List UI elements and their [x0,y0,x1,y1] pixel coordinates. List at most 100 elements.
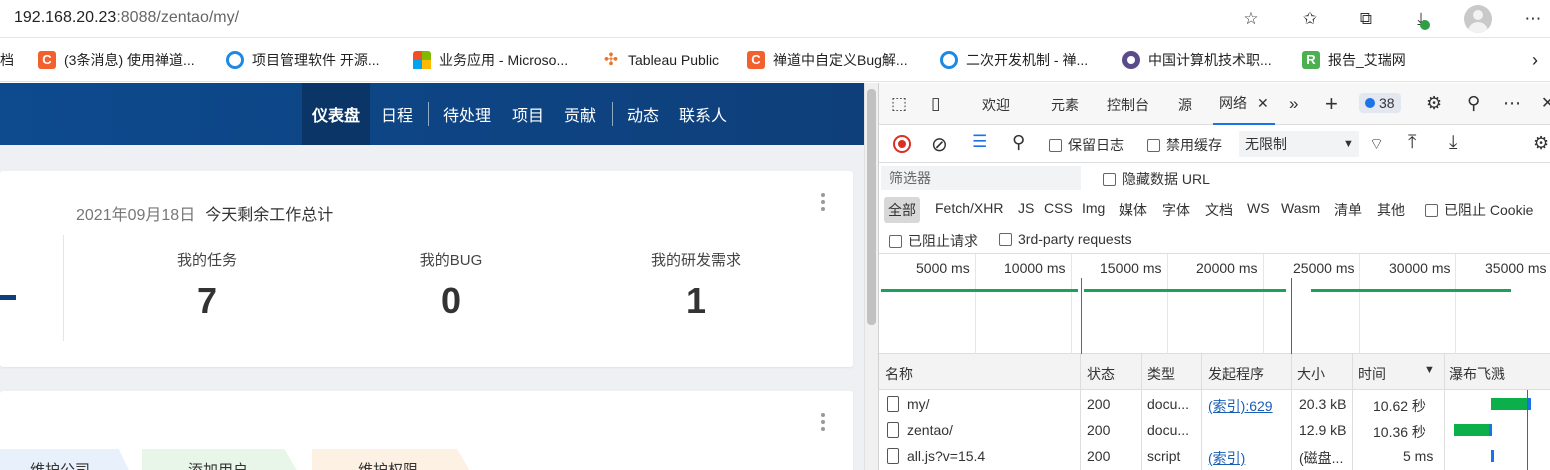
nav-dashboard[interactable]: 仪表盘 [302,83,371,145]
summary-date: 2021年09月18日 [76,207,196,224]
type-all[interactable]: 全部 [884,197,920,223]
filter-input[interactable]: 筛选器 [881,166,1081,190]
type-other[interactable]: 其他 [1377,200,1405,220]
bookmark-zentao-2[interactable]: 二次开发机制 - 禅... [940,50,1088,70]
close-tab-icon[interactable]: ✕ [1257,95,1269,112]
page-scrollbar[interactable] [864,83,878,470]
table-row[interactable]: my/ 200 docu... (索引):629 20.3 kB 10.62 秒 [879,390,1550,416]
sort-desc-icon[interactable]: ▼ [1424,364,1435,376]
blocked-requests-checkbox[interactable]: 已阻止请求 [889,231,978,251]
nav-todo[interactable]: 待处理 [433,83,501,145]
more-tabs-icon[interactable]: » [1289,94,1298,114]
load-event-line [1527,390,1528,470]
blocked-cookies-checkbox[interactable]: 已阻止 Cookie [1425,200,1533,220]
third-party-checkbox[interactable]: 3rd-party requests [999,231,1132,247]
record-icon[interactable] [893,135,911,153]
timeline-tick: 15000 ms [1100,260,1162,276]
bookmark-zentao-1[interactable]: 项目管理软件 开源... [226,50,380,70]
timeline-gridline [1167,254,1168,354]
network-conditions-icon[interactable]: ⌔ [1369,134,1384,154]
nav-dynamic[interactable]: 动态 [617,83,669,145]
nav-calendar[interactable]: 日程 [371,83,423,145]
type-wasm[interactable]: Wasm [1281,200,1320,216]
type-manifest[interactable]: 清单 [1334,200,1362,220]
tab-network[interactable]: 网络 ✕ [1213,83,1275,125]
type-js[interactable]: JS [1018,200,1034,216]
table-row[interactable]: zentao/ 200 docu... 12.9 kB 10.36 秒 [879,416,1550,442]
bookmark-docs[interactable]: 档 [0,50,14,70]
col-status[interactable]: 状态 [1087,364,1115,384]
timeline-tick: 35000 ms [1485,260,1547,276]
request-type: docu... [1147,422,1190,438]
hide-data-urls-checkbox[interactable]: 隐藏数据 URL [1103,169,1210,189]
bookmark-tableau[interactable]: ✣ Tableau Public [602,50,719,70]
bookmark-iresearch[interactable]: R 报告_艾瑞网 [1302,50,1406,70]
devtools-more-icon[interactable]: ⋯ [1503,93,1521,114]
col-size[interactable]: 大小 [1297,364,1325,384]
col-time[interactable]: 时间 [1358,364,1386,384]
close-devtools-icon[interactable]: ✕ [1541,93,1550,113]
bookmark-csdn-2[interactable]: C 禅道中自定义Bug解... [747,50,908,70]
more-icon[interactable]: ⋯ [1520,6,1546,32]
tab-console[interactable]: 控制台 [1107,95,1149,115]
clear-icon[interactable]: ⊘ [931,132,948,157]
tab-elements[interactable]: 元素 [1051,95,1079,115]
table-row[interactable]: all.js?v=15.4 200 script (索引) (磁盘... 5 m… [879,442,1550,468]
filter-row: 筛选器 隐藏数据 URL [879,163,1550,193]
tab-sources[interactable]: 源 [1178,95,1192,115]
collections-icon[interactable]: ⧉ [1353,6,1379,32]
bookmarks-more-chevron-icon[interactable]: › [1532,50,1538,70]
request-initiator-link[interactable]: (索引) [1208,448,1245,468]
downloads-icon[interactable]: ⤓ [1408,6,1434,32]
stat-stories[interactable]: 我的研发需求 1 [606,249,786,322]
col-name[interactable]: 名称 [885,364,913,384]
stat-bugs[interactable]: 我的BUG 0 [361,249,541,322]
scrollbar-thumb[interactable] [867,89,876,325]
filter-icon[interactable]: ☰ [972,132,987,152]
profile-avatar[interactable] [1464,5,1492,33]
bookmark-csdn-1[interactable]: C (3条消息) 使用禅道... [38,50,195,70]
action-maintain-privilege[interactable]: 维护权限 [312,449,477,470]
device-toolbar-icon[interactable]: ▯ [931,94,940,114]
action-maintain-company[interactable]: 维护公司 [0,449,135,470]
type-css[interactable]: CSS [1044,200,1073,216]
zentao-icon [940,51,958,69]
action-add-user[interactable]: 添加用户 [142,449,304,470]
nav-contacts[interactable]: 联系人 [669,83,737,145]
request-initiator-link[interactable]: (索引):629 [1208,396,1273,416]
network-settings-icon[interactable]: ⚙ [1533,133,1549,154]
timeline-gridline [1071,254,1072,354]
col-type[interactable]: 类型 [1147,364,1175,384]
type-img[interactable]: Img [1082,200,1105,216]
network-overview-timeline[interactable]: 5000 ms 10000 ms 15000 ms 20000 ms 25000… [879,254,1550,354]
issues-badge[interactable]: 38 [1359,93,1401,113]
preserve-log-checkbox[interactable]: 保留日志 [1049,135,1124,155]
settings-gear-icon[interactable]: ⚙ [1426,93,1442,114]
favorites-icon[interactable]: ✩ [1297,6,1323,32]
inspect-element-icon[interactable]: ⬚ [891,94,907,114]
search-icon[interactable]: ⚲ [1012,132,1025,153]
tab-welcome[interactable]: 欢迎 [982,95,1010,115]
customize-icon[interactable]: ⚲ [1467,93,1480,114]
type-fetch-xhr[interactable]: Fetch/XHR [935,200,1003,216]
type-ws[interactable]: WS [1247,200,1270,216]
col-initiator[interactable]: 发起程序 [1208,364,1264,384]
type-media[interactable]: 媒体 [1119,200,1147,220]
card-menu-icon[interactable] [821,193,825,211]
nav-project[interactable]: 项目 [502,83,554,145]
disable-cache-checkbox[interactable]: 禁用缓存 [1147,135,1222,155]
stat-tasks[interactable]: 我的任务 7 [117,249,297,322]
bookmark-ceiaec[interactable]: 中国计算机技术职... [1122,50,1272,70]
throttle-select[interactable]: 无限制 ▼ [1239,131,1359,157]
import-har-icon[interactable]: ⤒ [1408,132,1416,154]
export-har-icon[interactable]: ⤓ [1449,132,1457,154]
add-tab-icon[interactable]: + [1325,91,1338,117]
col-waterfall[interactable]: 瀑布飞溅 [1449,364,1505,384]
type-font[interactable]: 字体 [1162,200,1190,220]
type-doc[interactable]: 文档 [1205,200,1233,220]
favorite-add-icon[interactable]: ☆ [1238,6,1264,32]
bookmark-microsoft[interactable]: 业务应用 - Microso... [413,50,568,70]
card-menu-icon[interactable] [821,413,825,431]
url-field[interactable]: 192.168.20.23:8088/zentao/my/ [14,9,239,27]
nav-contribution[interactable]: 贡献 [554,83,606,145]
